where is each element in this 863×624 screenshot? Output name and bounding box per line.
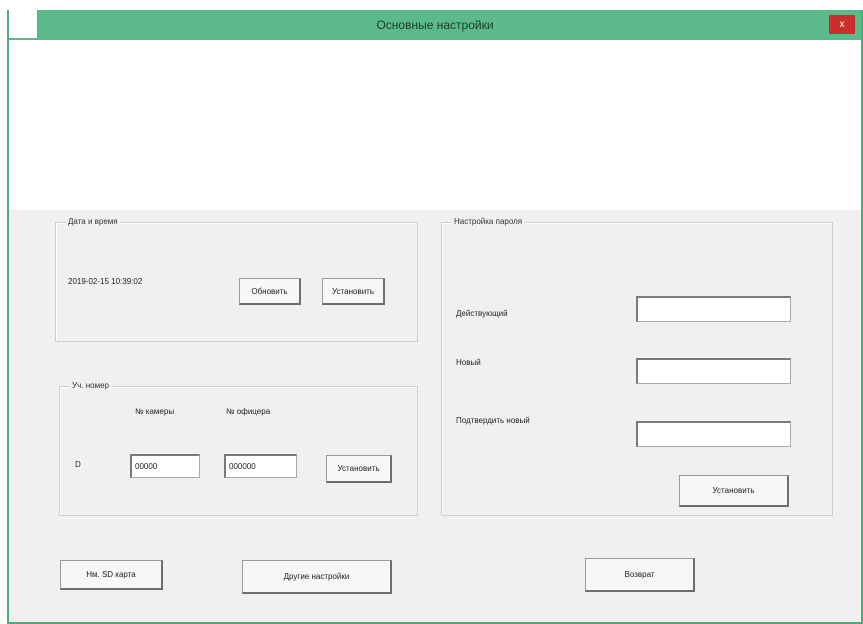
device-prefix: D [75,460,81,469]
camera-number-header: № камеры [135,407,175,416]
confirm-password-input[interactable] [636,421,791,447]
current-password-label: Действующий [456,309,508,318]
header-blank-area [9,40,861,210]
set-device-number-label: Установить [337,464,380,473]
new-password-input[interactable] [636,358,791,384]
password-group: Настройка пароля Действующий Новый Подтв… [441,216,833,516]
close-button[interactable]: x [829,15,855,34]
device-number-group: Уч. номер № камеры № офицера D Установит… [59,380,418,516]
back-button[interactable]: Возврат [585,558,695,592]
password-group-title: Настройка пароля [452,216,525,228]
set-password-button[interactable]: Установить [679,475,789,507]
set-password-label: Установить [712,486,755,495]
camera-number-input[interactable] [130,454,200,478]
new-password-label: Новый [456,358,481,367]
back-label: Возврат [624,570,655,579]
datetime-group-title: Дата и время [66,216,120,228]
window-icon-area [9,10,37,38]
title-bar[interactable]: Основные настройки x [9,10,861,40]
refresh-datetime-label: Обновить [251,286,288,296]
datetime-value: 2019-02-15 10:39:02 [68,277,143,286]
sd-card-button[interactable]: Нм. SD карта [60,560,163,590]
officer-number-input[interactable] [224,454,297,478]
window-title: Основные настройки [376,18,494,32]
close-icon: x [839,19,845,30]
sd-card-label: Нм. SD карта [86,570,136,579]
confirm-password-label: Подтвердить новый [456,416,530,425]
settings-window: Основные настройки x Дата и время 2019-0… [7,10,863,624]
officer-number-header: № офицера [226,407,271,416]
other-settings-button[interactable]: Другие настройки [242,560,392,594]
other-settings-label: Другие настройки [283,572,350,581]
datetime-group: Дата и время 2019-02-15 10:39:02 Обновит… [55,216,418,342]
device-number-group-title: Уч. номер [70,380,111,392]
set-datetime-button[interactable]: Установить [322,278,385,305]
refresh-datetime-button[interactable]: Обновить [239,278,301,305]
current-password-input[interactable] [636,296,791,322]
set-datetime-label: Установить [332,286,374,296]
set-device-number-button[interactable]: Установить [326,455,392,483]
